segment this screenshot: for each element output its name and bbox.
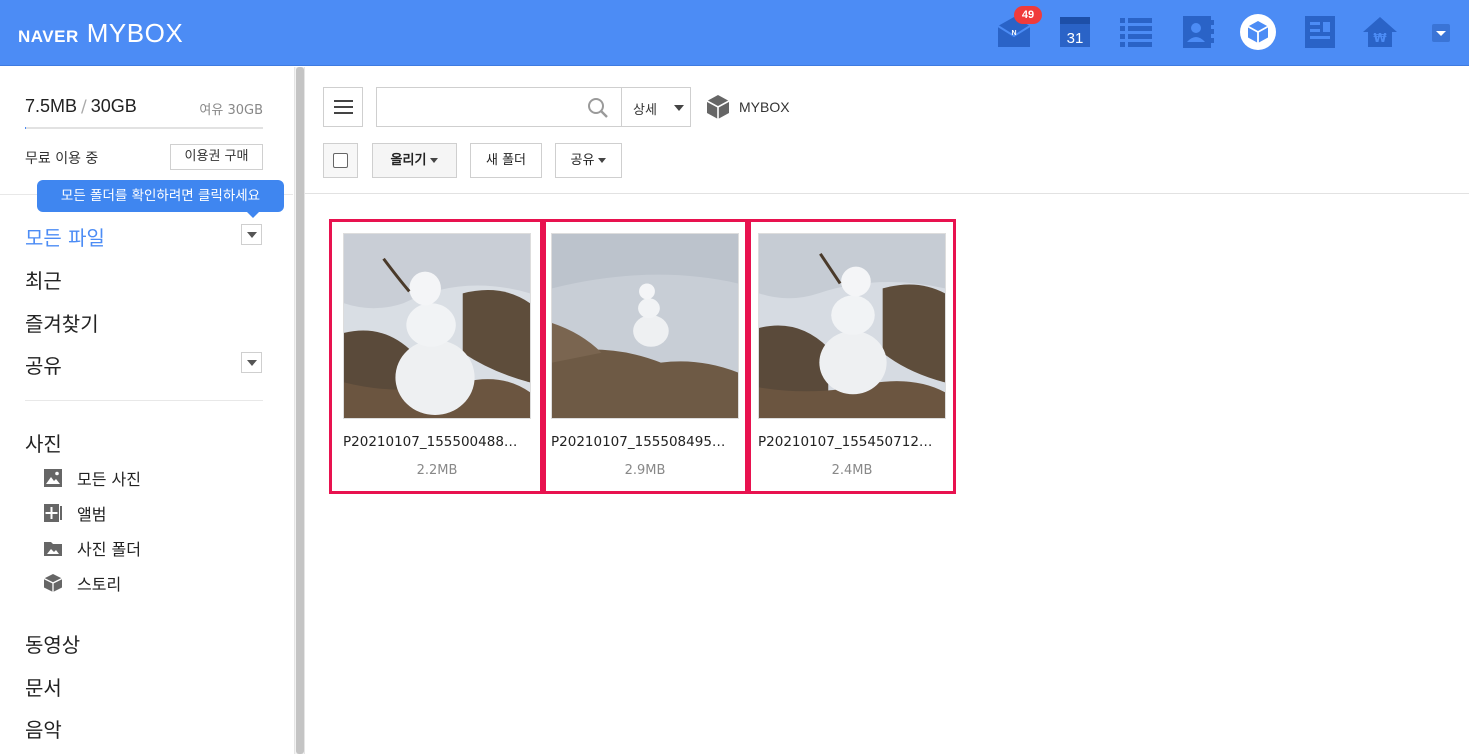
home-store-button[interactable]: ₩	[1362, 14, 1398, 50]
calendar-date: 31	[1067, 30, 1084, 47]
nav-recent[interactable]: 최근	[25, 265, 62, 294]
storage-usage: 7.5MB/30GB 여유 30GB	[25, 96, 263, 118]
nav-all-photos-label: 모든 사진	[77, 470, 141, 489]
memo-button[interactable]	[1302, 14, 1338, 50]
breadcrumb[interactable]: MYBOX	[706, 94, 790, 120]
nav-videos[interactable]: 동영상	[25, 629, 80, 658]
naver-logo-text: NAVER	[18, 27, 79, 46]
chevron-down-icon	[598, 158, 607, 163]
file-name: P20210107_155508495…	[551, 434, 726, 450]
nav-music[interactable]: 음악	[25, 714, 62, 743]
file-size: 2.9MB	[624, 463, 666, 478]
currency-symbol: ₩	[1373, 31, 1387, 45]
nav-all-files[interactable]: 모든 파일	[25, 222, 105, 251]
share-label: 공유	[570, 153, 595, 168]
plan-status: 무료 이용 중	[25, 151, 99, 167]
album-plus-icon	[44, 504, 62, 522]
nav-shared[interactable]: 공유	[25, 350, 62, 379]
nav-story-label: 스토리	[77, 575, 122, 594]
nav-photo-folder-label: 사진 폴더	[77, 540, 141, 559]
mybox-icon	[1247, 21, 1269, 43]
brand-logo[interactable]: NAVER MYBOX	[18, 18, 183, 49]
nav-favorites[interactable]: 즐겨찾기	[25, 308, 99, 337]
file-card[interactable]: P20210107_155508495… 2.9MB	[543, 219, 748, 494]
scrollbar-thumb[interactable]	[296, 67, 304, 754]
mail-count-badge: 49	[1014, 6, 1042, 24]
search-input[interactable]	[385, 94, 585, 120]
nav-album-label: 앨범	[77, 505, 107, 524]
storage-progress-bar	[25, 127, 263, 129]
divider	[305, 193, 1469, 194]
nav-photos[interactable]: 사진	[25, 428, 62, 457]
file-size: 2.4MB	[831, 463, 873, 478]
upload-label: 올리기	[390, 153, 427, 168]
storage-used: 7.5MB	[25, 96, 78, 116]
new-folder-button[interactable]: 새 폴더	[470, 143, 542, 178]
photo-thumbnail	[758, 233, 946, 419]
image-icon	[44, 469, 62, 487]
top-bar: NAVER MYBOX N 49 31 ₩	[0, 0, 1469, 66]
file-name: P20210107_155450712…	[758, 434, 933, 450]
list-icon	[1120, 18, 1152, 47]
nav-photo-folder[interactable]: 사진 폴더	[43, 537, 141, 559]
search-icon[interactable]	[587, 97, 609, 119]
file-name: P20210107_155500488…	[343, 434, 518, 450]
cube-icon	[43, 574, 63, 592]
search-box	[376, 87, 622, 127]
calendar-button[interactable]: 31	[1057, 14, 1093, 50]
nav-documents[interactable]: 문서	[25, 672, 62, 701]
upload-button[interactable]: 올리기	[372, 143, 457, 178]
mybox-logo-text: MYBOX	[86, 18, 184, 48]
svg-text:N: N	[1011, 30, 1016, 37]
task-list-button[interactable]	[1118, 14, 1154, 50]
storage-free: 여유 30GB	[199, 103, 263, 118]
breadcrumb-root: MYBOX	[739, 99, 790, 115]
list-view-toggle[interactable]	[323, 87, 363, 127]
file-card[interactable]: P20210107_155450712… 2.4MB	[748, 219, 956, 494]
share-button[interactable]: 공유	[555, 143, 622, 178]
divider	[25, 400, 263, 401]
chevron-down-icon	[430, 158, 439, 163]
storage-progress-fill	[25, 127, 26, 129]
storage-total: 30GB	[90, 96, 137, 116]
sidebar-scrollbar[interactable]	[294, 67, 305, 754]
home-store-icon: ₩	[1363, 17, 1397, 47]
contacts-button[interactable]	[1180, 14, 1216, 50]
photo-thumbnail	[551, 233, 739, 419]
file-card[interactable]: P20210107_155500488… 2.2MB	[329, 219, 543, 494]
nav-all-photos[interactable]: 모든 사진	[43, 467, 141, 489]
contacts-icon	[1183, 16, 1214, 48]
menu-dropdown-icon[interactable]	[1432, 24, 1450, 42]
file-size: 2.2MB	[416, 463, 458, 478]
photo-folder-icon	[44, 542, 62, 556]
shared-expand-button[interactable]	[241, 352, 262, 373]
nav-album[interactable]: 앨범	[43, 502, 106, 524]
calendar-icon: 31	[1060, 17, 1090, 47]
memo-icon	[1305, 16, 1335, 48]
hamburger-icon	[334, 100, 353, 102]
buy-plan-button[interactable]: 이용권 구매	[170, 144, 263, 170]
detail-label: 상세	[633, 103, 657, 118]
all-files-expand-button[interactable]	[241, 224, 262, 245]
nav-story[interactable]: 스토리	[43, 572, 121, 594]
mail-button[interactable]: N 49	[996, 6, 1042, 50]
mybox-button[interactable]	[1240, 14, 1276, 50]
select-all-checkbox[interactable]	[323, 143, 358, 178]
search-detail-dropdown[interactable]: 상세	[621, 87, 691, 127]
mybox-cube-icon	[706, 95, 730, 119]
tooltip: 모든 폴더를 확인하려면 클릭하세요	[37, 180, 284, 218]
photo-thumbnail	[343, 233, 531, 419]
